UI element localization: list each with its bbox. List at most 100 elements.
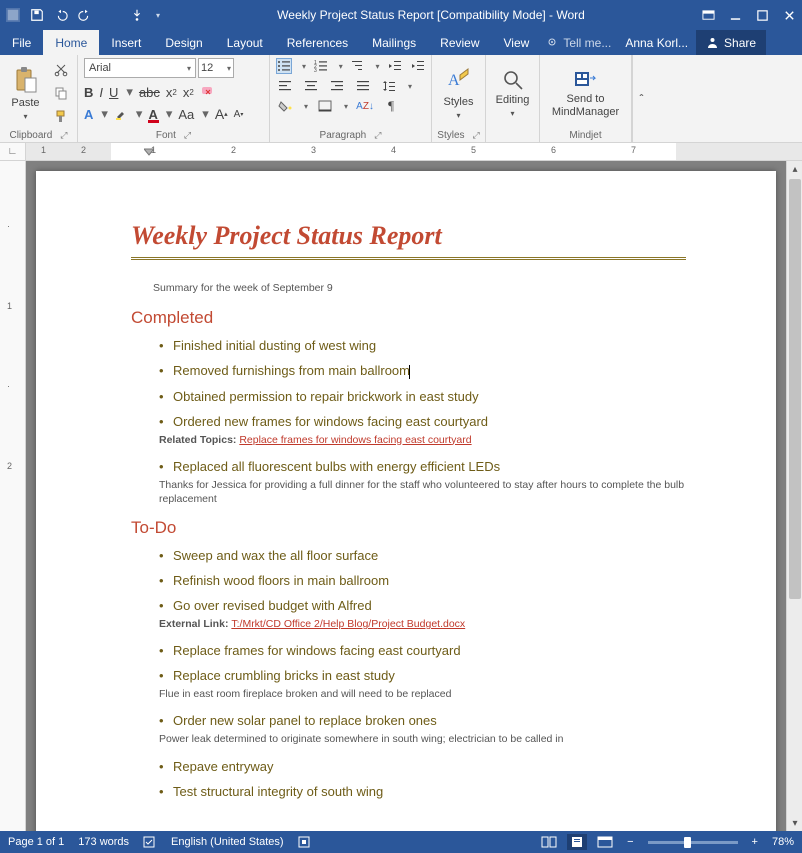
scrollbar-thumb[interactable] xyxy=(789,179,801,599)
zoom-slider[interactable] xyxy=(648,841,738,844)
ribbon: Paste ▾ Clipboard⤢ Arial▾ 12▾ B I U▾ abc… xyxy=(0,55,802,143)
strikethrough-icon[interactable]: abc xyxy=(139,85,160,100)
sort-icon[interactable]: AZ↓ xyxy=(356,98,374,114)
copy-icon[interactable] xyxy=(51,84,71,102)
document-page[interactable]: Weekly Project Status ReportSummary for … xyxy=(36,171,776,831)
document-title: Weekly Project Status Report xyxy=(131,221,686,260)
tab-references[interactable]: References xyxy=(275,30,360,55)
web-layout-icon[interactable] xyxy=(597,836,613,848)
account-name[interactable]: Anna Korl... xyxy=(617,30,696,55)
font-size-combo[interactable]: 12▾ xyxy=(198,58,234,78)
read-mode-icon[interactable] xyxy=(541,836,557,848)
minimize-icon[interactable] xyxy=(729,9,742,22)
superscript-icon[interactable]: x2 xyxy=(183,85,194,100)
tab-mailings[interactable]: Mailings xyxy=(360,30,428,55)
save-icon[interactable] xyxy=(30,8,44,22)
zoom-slider-handle[interactable] xyxy=(684,837,691,848)
clipboard-launcher-icon[interactable]: ⤢ xyxy=(60,130,67,141)
show-hide-marks-icon[interactable]: ¶ xyxy=(382,98,400,114)
format-painter-icon[interactable] xyxy=(51,107,71,125)
send-to-mindmanager-button[interactable]: Send to MindManager xyxy=(546,58,625,128)
highlight-icon[interactable] xyxy=(114,107,128,121)
bullets-icon[interactable] xyxy=(276,58,292,74)
section-heading: To-Do xyxy=(131,518,686,538)
print-layout-icon[interactable] xyxy=(567,834,587,850)
borders-icon[interactable] xyxy=(316,98,334,114)
styles-button[interactable]: A Styles ▾ xyxy=(438,58,479,128)
numbering-icon[interactable]: 123 xyxy=(314,58,329,74)
grow-font-icon[interactable]: A▴ xyxy=(215,106,228,122)
font-color-icon[interactable]: A xyxy=(148,107,157,122)
macro-record-icon[interactable] xyxy=(298,836,310,848)
tab-home[interactable]: Home xyxy=(43,30,99,55)
page-number-status[interactable]: Page 1 of 1 xyxy=(8,836,64,848)
touch-mode-icon[interactable] xyxy=(130,8,144,22)
underline-icon[interactable]: U xyxy=(109,85,118,100)
collapse-ribbon-icon[interactable]: ˆ xyxy=(632,55,650,142)
maximize-icon[interactable] xyxy=(756,9,769,22)
redo-icon[interactable] xyxy=(78,8,92,22)
word-app-icon xyxy=(6,8,20,22)
clipboard-group-label: Clipboard xyxy=(9,130,52,141)
scroll-down-icon[interactable]: ▾ xyxy=(787,815,802,831)
close-icon[interactable] xyxy=(783,9,796,22)
list-item: Replace frames for windows facing east c… xyxy=(159,643,686,668)
justify-icon[interactable] xyxy=(354,78,372,94)
text-effects-icon[interactable]: A xyxy=(84,107,93,122)
zoom-out-icon[interactable]: − xyxy=(627,836,633,848)
align-left-icon[interactable] xyxy=(276,78,294,94)
tab-layout[interactable]: Layout xyxy=(215,30,275,55)
cut-icon[interactable] xyxy=(51,61,71,79)
increase-indent-icon[interactable] xyxy=(410,58,425,74)
tell-me-search[interactable]: Tell me... xyxy=(541,30,617,55)
titlebar: ▾ Weekly Project Status Report [Compatib… xyxy=(0,0,802,30)
bold-icon[interactable]: B xyxy=(84,85,93,100)
tab-view[interactable]: View xyxy=(492,30,542,55)
shading-icon[interactable] xyxy=(276,98,294,114)
ruler-tick: 4 xyxy=(391,145,396,155)
multilevel-list-icon[interactable] xyxy=(351,58,366,74)
italic-icon[interactable]: I xyxy=(99,85,103,100)
ribbon-display-options-icon[interactable] xyxy=(702,9,715,22)
font-launcher-icon[interactable]: ⤢ xyxy=(184,130,191,141)
scroll-up-icon[interactable]: ▴ xyxy=(787,161,802,177)
subscript-icon[interactable]: x2 xyxy=(166,85,177,100)
align-center-icon[interactable] xyxy=(302,78,320,94)
language-status[interactable]: English (United States) xyxy=(171,836,284,848)
tab-selector[interactable]: ∟ xyxy=(0,143,26,160)
styles-launcher-icon[interactable]: ⤢ xyxy=(473,130,480,141)
share-button[interactable]: Share xyxy=(696,30,766,55)
spell-check-icon[interactable] xyxy=(143,835,157,849)
list-item: Test structural integrity of south wing xyxy=(159,784,686,809)
tab-insert[interactable]: Insert xyxy=(99,30,153,55)
zoom-in-icon[interactable]: + xyxy=(752,836,758,848)
undo-icon[interactable] xyxy=(54,8,68,22)
font-name-combo[interactable]: Arial▾ xyxy=(84,58,196,78)
document-area: · 1 · 2 Weekly Project Status ReportSumm… xyxy=(0,161,802,831)
change-case-icon[interactable]: Aa xyxy=(178,107,194,122)
tab-review[interactable]: Review xyxy=(428,30,491,55)
window-title: Weekly Project Status Report [Compatibil… xyxy=(168,8,694,22)
editing-button[interactable]: Editing ▾ xyxy=(492,58,533,128)
shrink-font-icon[interactable]: A▾ xyxy=(234,109,244,120)
zoom-level[interactable]: 78% xyxy=(772,836,794,848)
paste-button[interactable]: Paste ▾ xyxy=(6,58,45,128)
list-item: Sweep and wax the all floor surface xyxy=(159,548,686,573)
vertical-scrollbar[interactable]: ▴ ▾ xyxy=(786,161,802,831)
mindjet-group-label: Mindjet xyxy=(569,130,601,141)
tab-file[interactable]: File xyxy=(0,30,43,55)
paragraph-launcher-icon[interactable]: ⤢ xyxy=(374,130,381,141)
styles-label: Styles xyxy=(444,96,474,108)
clear-formatting-icon[interactable] xyxy=(200,85,216,99)
line-spacing-icon[interactable] xyxy=(380,78,398,94)
tab-design[interactable]: Design xyxy=(153,30,214,55)
styles-group-label: Styles xyxy=(437,130,464,141)
vertical-ruler[interactable]: · 1 · 2 xyxy=(0,161,26,831)
horizontal-ruler[interactable]: ∟ 121234567 xyxy=(0,143,802,161)
list-item: Replaced all fluorescent bulbs with ener… xyxy=(159,459,686,484)
list-item: Order new solar panel to replace broken … xyxy=(159,713,686,738)
word-count-status[interactable]: 173 words xyxy=(78,836,129,848)
decrease-indent-icon[interactable] xyxy=(388,58,403,74)
font-size-value: 12 xyxy=(201,62,213,74)
align-right-icon[interactable] xyxy=(328,78,346,94)
